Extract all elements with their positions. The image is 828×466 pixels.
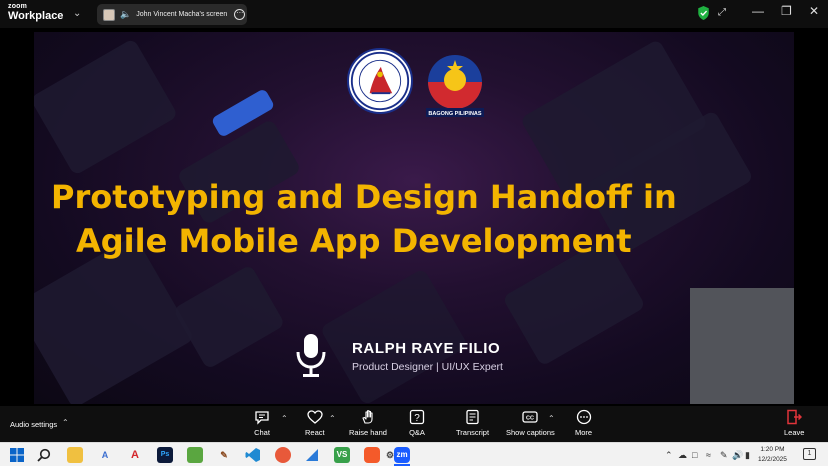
avatar xyxy=(103,8,115,21)
speaker-icon: 🔈 xyxy=(120,9,132,19)
brave-icon[interactable] xyxy=(364,447,380,463)
title-bar: zoom Workplace ⌄ 🔈 John Vincent Macha's … xyxy=(0,0,828,28)
sail-icon[interactable] xyxy=(304,447,320,463)
zoom-logo-name: Workplace xyxy=(8,10,64,22)
cloud-icon[interactable]: ☁ xyxy=(678,450,687,461)
react-label: React xyxy=(305,428,325,437)
bagong-pilipinas-text: BAGONG PILIPINAS xyxy=(428,111,482,117)
slide-title-line2: Agile Mobile App Development xyxy=(76,222,632,260)
chevron-up-icon[interactable]: ⌃ xyxy=(281,414,288,423)
presentation-slide: BAGONG PILIPINAS Prototyping and Design … xyxy=(34,32,794,404)
minimize-icon[interactable]: — xyxy=(752,4,764,18)
restore-icon[interactable]: ❐ xyxy=(781,4,792,18)
presenter-role: Product Designer | UI/UX Expert xyxy=(352,361,503,373)
leave-label: Leave xyxy=(784,428,805,437)
pen-icon[interactable]: ✎ xyxy=(720,450,728,461)
zoom-logo-small: zoom xyxy=(8,3,28,10)
chevron-up-icon[interactable]: ⌃ xyxy=(548,414,555,423)
zoom-workplace-logo: zoom Workplace xyxy=(8,3,63,22)
svg-text:?: ? xyxy=(414,413,420,424)
chevron-up-icon[interactable]: ⌃ xyxy=(62,418,69,427)
presenter-name: RALPH RAYE FILIO xyxy=(352,340,501,357)
more-icon xyxy=(576,409,591,425)
more-label: More xyxy=(575,428,593,437)
clock-time: 1:20 PM xyxy=(760,446,785,453)
qa-label: Q&A xyxy=(409,428,425,437)
show-captions-label: Show captions xyxy=(506,428,555,437)
chat-icon xyxy=(255,411,269,425)
usb-icon[interactable]: □ xyxy=(692,450,697,460)
transcript-label: Transcript xyxy=(456,428,490,437)
transcript-button[interactable]: Transcript xyxy=(456,409,489,437)
file-explorer-icon[interactable] xyxy=(67,447,83,463)
qa-icon: ? xyxy=(409,409,425,425)
bagong-pilipinas-logo: BAGONG PILIPINAS xyxy=(426,55,484,117)
close-icon[interactable]: ✕ xyxy=(809,4,819,18)
windows-icon[interactable] xyxy=(10,448,24,462)
video-placeholder xyxy=(690,288,794,404)
notification-icon[interactable]: 1 xyxy=(803,448,816,460)
app-a-icon[interactable]: A xyxy=(97,447,113,463)
chevron-up-icon[interactable]: ⌃ xyxy=(329,414,336,423)
more-options-icon[interactable]: ⋯ xyxy=(234,9,246,20)
slide-title-line1: Prototyping and Design Handoff in xyxy=(51,178,677,216)
microphone-icon xyxy=(296,334,326,377)
agency-seal-logo xyxy=(347,48,413,114)
chevron-up-icon[interactable]: ⌃ xyxy=(665,450,673,461)
brush-icon[interactable]: ✎ xyxy=(216,447,232,463)
search-icon[interactable] xyxy=(37,448,51,462)
chat-label: Chat xyxy=(254,428,270,437)
qa-button[interactable]: ? Q&A xyxy=(409,409,425,437)
raise-hand-label: Raise hand xyxy=(349,428,387,437)
share-tab-label: John Vincent Macha's screen xyxy=(136,11,228,18)
background-card xyxy=(34,38,179,176)
zoom-icon[interactable]: zm xyxy=(394,447,410,463)
app-icon[interactable] xyxy=(187,447,203,463)
cc-icon: CC xyxy=(522,411,539,423)
hand-icon xyxy=(362,410,373,424)
heart-icon xyxy=(307,410,323,424)
shared-screen: BAGONG PILIPINAS Prototyping and Design … xyxy=(0,28,828,406)
clock-date: 12/2/2025 xyxy=(758,456,787,463)
acrobat-icon[interactable]: A xyxy=(127,447,143,463)
vscode-icon[interactable] xyxy=(245,447,261,463)
leave-button[interactable]: Leave xyxy=(784,409,804,437)
raise-hand-button[interactable]: Raise hand xyxy=(349,409,387,437)
photoshop-icon[interactable]: Ps xyxy=(157,447,173,463)
arrow-app-icon[interactable] xyxy=(275,447,291,463)
leave-icon xyxy=(787,409,803,425)
more-button[interactable]: More xyxy=(575,409,592,437)
expand-icon[interactable]: ⤢ xyxy=(718,7,726,18)
chevron-down-icon[interactable]: ⌄ xyxy=(73,8,81,19)
system-clock[interactable]: 1:20 PM 12/2/2025 xyxy=(758,445,787,465)
transcript-icon xyxy=(465,409,479,425)
screen-share-tab[interactable]: 🔈 John Vincent Macha's screen ⋯ xyxy=(97,4,247,25)
background-card xyxy=(319,268,469,404)
svg-text:CC: CC xyxy=(526,416,534,422)
battery-icon[interactable]: ▮ xyxy=(745,450,750,461)
windows-taskbar: A A Ps ✎ VS ⚙ zm ⌃ ☁ □ ≈ ✎ 🔊 ▮ 1:20 PM 1… xyxy=(0,442,828,466)
volume-icon[interactable]: 🔊 xyxy=(732,450,743,461)
background-card xyxy=(172,264,286,370)
wifi-icon[interactable]: ≈ xyxy=(706,450,711,460)
audio-settings-button[interactable]: Audio settings xyxy=(10,420,57,429)
meeting-toolbar: Audio settings ⌃ Chat ⌃ React ⌃ Raise ha… xyxy=(0,406,828,442)
react-button[interactable]: React xyxy=(305,409,325,437)
shield-icon[interactable] xyxy=(697,6,710,20)
vs-icon[interactable]: VS xyxy=(334,447,350,463)
chat-button[interactable]: Chat xyxy=(254,409,270,437)
